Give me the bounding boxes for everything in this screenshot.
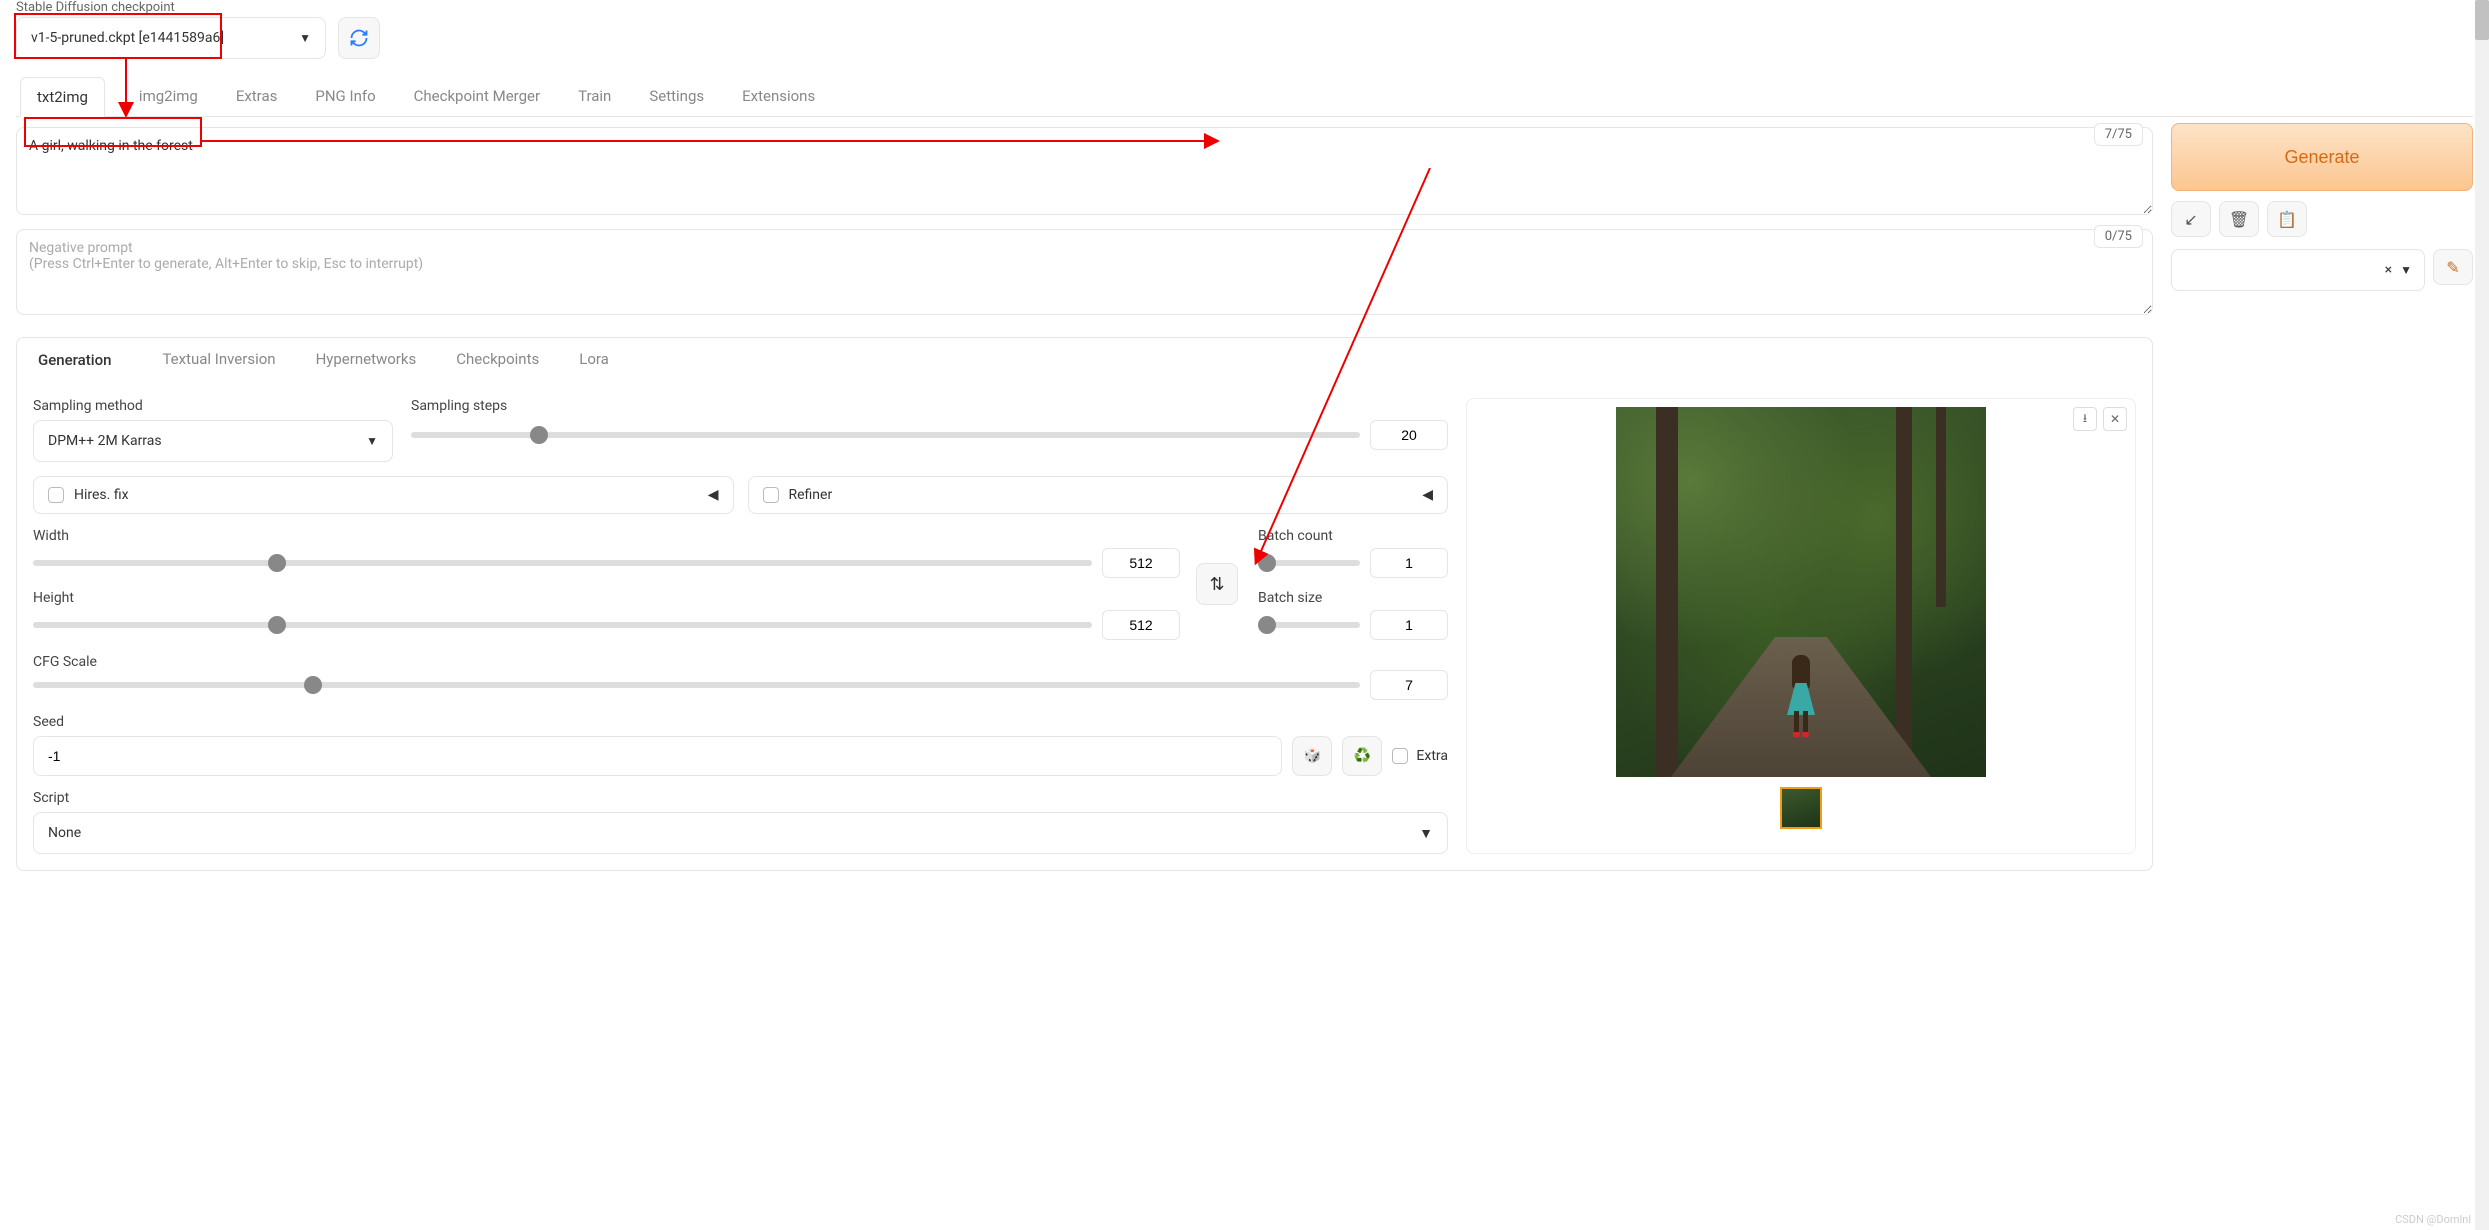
refiner-accordion[interactable]: Refiner ◀ bbox=[748, 476, 1449, 514]
triangle-left-icon: ◀ bbox=[708, 487, 719, 503]
clipboard-icon: 📋 bbox=[2277, 210, 2297, 229]
hires-fix-label: Hires. fix bbox=[74, 487, 129, 503]
batch-size-slider[interactable] bbox=[1258, 622, 1360, 628]
subtab-hypernetworks[interactable]: Hypernetworks bbox=[310, 338, 423, 382]
tab-train[interactable]: Train bbox=[574, 77, 615, 116]
batch-count-label: Batch count bbox=[1258, 528, 1448, 544]
refresh-icon bbox=[349, 28, 369, 48]
seed-extra-label: Extra bbox=[1416, 748, 1448, 764]
output-panel: ⭳ ✕ bbox=[1466, 398, 2136, 854]
height-label: Height bbox=[33, 590, 1180, 606]
cfg-label: CFG Scale bbox=[33, 654, 1448, 670]
triangle-left-icon: ◀ bbox=[1422, 487, 1433, 503]
subtab-checkpoints[interactable]: Checkpoints bbox=[450, 338, 545, 382]
refiner-label: Refiner bbox=[789, 487, 833, 503]
tab-img2img[interactable]: img2img bbox=[135, 77, 202, 116]
clear-prompt-button[interactable]: 🗑 bbox=[2219, 201, 2259, 237]
sub-tabs: Generation Textual Inversion Hypernetwor… bbox=[16, 337, 2153, 382]
cfg-input[interactable] bbox=[1370, 670, 1448, 700]
prompt-input[interactable] bbox=[16, 127, 2153, 215]
chevron-down-icon: ▼ bbox=[2400, 263, 2412, 277]
tab-extras[interactable]: Extras bbox=[232, 77, 282, 116]
prompt-token-count: 7/75 bbox=[2094, 123, 2143, 146]
batch-count-input[interactable] bbox=[1370, 548, 1448, 578]
paste-button[interactable]: 📋 bbox=[2267, 201, 2307, 237]
height-input[interactable] bbox=[1102, 610, 1180, 640]
cfg-slider[interactable] bbox=[33, 682, 1360, 688]
sampling-steps-slider[interactable] bbox=[411, 432, 1360, 438]
swap-dimensions-button[interactable]: ⇅ bbox=[1196, 563, 1238, 605]
width-slider[interactable] bbox=[33, 560, 1092, 566]
seed-input[interactable] bbox=[33, 736, 1282, 776]
sampling-method-value: DPM++ 2M Karras bbox=[48, 433, 162, 449]
batch-count-slider[interactable] bbox=[1258, 560, 1360, 566]
output-thumbnail[interactable] bbox=[1780, 787, 1822, 829]
height-slider[interactable] bbox=[33, 622, 1092, 628]
seed-reuse-button[interactable]: ♻️ bbox=[1342, 736, 1382, 776]
script-value: None bbox=[48, 825, 81, 841]
swap-icon: ⇅ bbox=[1209, 574, 1224, 595]
recycle-icon: ♻️ bbox=[1354, 748, 1371, 764]
refiner-checkbox[interactable] bbox=[763, 487, 779, 503]
seed-label: Seed bbox=[33, 714, 1448, 730]
pencil-icon: ✎ bbox=[2446, 258, 2459, 277]
seed-random-button[interactable]: 🎲 bbox=[1292, 736, 1332, 776]
tab-txt2img[interactable]: txt2img bbox=[20, 77, 105, 117]
script-label: Script bbox=[33, 790, 1448, 806]
watermark: CSDN @Domlnl bbox=[2395, 1213, 2471, 1226]
subtab-lora[interactable]: Lora bbox=[573, 338, 615, 382]
seed-extra-checkbox[interactable] bbox=[1392, 748, 1408, 764]
tab-pnginfo[interactable]: PNG Info bbox=[311, 77, 379, 116]
batch-size-input[interactable] bbox=[1370, 610, 1448, 640]
tab-extensions[interactable]: Extensions bbox=[738, 77, 819, 116]
subtab-textual-inversion[interactable]: Textual Inversion bbox=[156, 338, 281, 382]
batch-size-label: Batch size bbox=[1258, 590, 1448, 606]
download-icon: ⭳ bbox=[2083, 409, 2087, 430]
script-select[interactable]: None ▼ bbox=[33, 812, 1448, 854]
clear-icon[interactable]: × bbox=[2385, 262, 2392, 278]
main-tabs: txt2img img2img Extras PNG Info Checkpoi… bbox=[16, 77, 2473, 117]
hires-fix-accordion[interactable]: Hires. fix ◀ bbox=[33, 476, 734, 514]
chevron-down-icon: ▼ bbox=[1419, 825, 1433, 842]
sampling-steps-label: Sampling steps bbox=[411, 398, 1448, 414]
tab-settings[interactable]: Settings bbox=[645, 77, 708, 116]
trash-icon: 🗑 bbox=[2229, 210, 2249, 229]
sampling-method-select[interactable]: DPM++ 2M Karras ▼ bbox=[33, 420, 393, 462]
neg-prompt-token-count: 0/75 bbox=[2094, 225, 2143, 248]
generate-button[interactable]: Generate bbox=[2171, 123, 2473, 191]
sampling-method-label: Sampling method bbox=[33, 398, 393, 414]
checkpoint-label: Stable Diffusion checkpoint bbox=[16, 0, 326, 15]
width-label: Width bbox=[33, 528, 1180, 544]
subtab-generation[interactable]: Generation bbox=[21, 338, 128, 382]
styles-select[interactable]: × ▼ bbox=[2171, 249, 2425, 291]
dice-icon: 🎲 bbox=[1304, 748, 1321, 764]
close-icon: ✕ bbox=[2110, 412, 2120, 426]
chevron-down-icon: ▼ bbox=[299, 31, 311, 45]
hires-fix-checkbox[interactable] bbox=[48, 487, 64, 503]
negative-prompt-input[interactable] bbox=[16, 229, 2153, 315]
refresh-checkpoint-button[interactable] bbox=[338, 17, 380, 59]
download-image-button[interactable]: ⭳ bbox=[2073, 407, 2097, 431]
output-image[interactable] bbox=[1616, 407, 1986, 777]
page-scrollbar[interactable] bbox=[2475, 0, 2489, 1230]
width-input[interactable] bbox=[1102, 548, 1180, 578]
tab-checkpoint-merger[interactable]: Checkpoint Merger bbox=[410, 77, 544, 116]
arrow-down-left-icon: ↙ bbox=[2184, 210, 2197, 229]
interrogate-button[interactable]: ↙ bbox=[2171, 201, 2211, 237]
sampling-steps-input[interactable] bbox=[1370, 420, 1448, 450]
edit-styles-button[interactable]: ✎ bbox=[2433, 249, 2473, 285]
checkpoint-select[interactable]: v1-5-pruned.ckpt [e1441589a6] ▼ bbox=[16, 17, 326, 59]
chevron-down-icon: ▼ bbox=[366, 434, 378, 448]
checkpoint-value: v1-5-pruned.ckpt [e1441589a6] bbox=[31, 30, 224, 46]
close-image-button[interactable]: ✕ bbox=[2103, 407, 2127, 431]
